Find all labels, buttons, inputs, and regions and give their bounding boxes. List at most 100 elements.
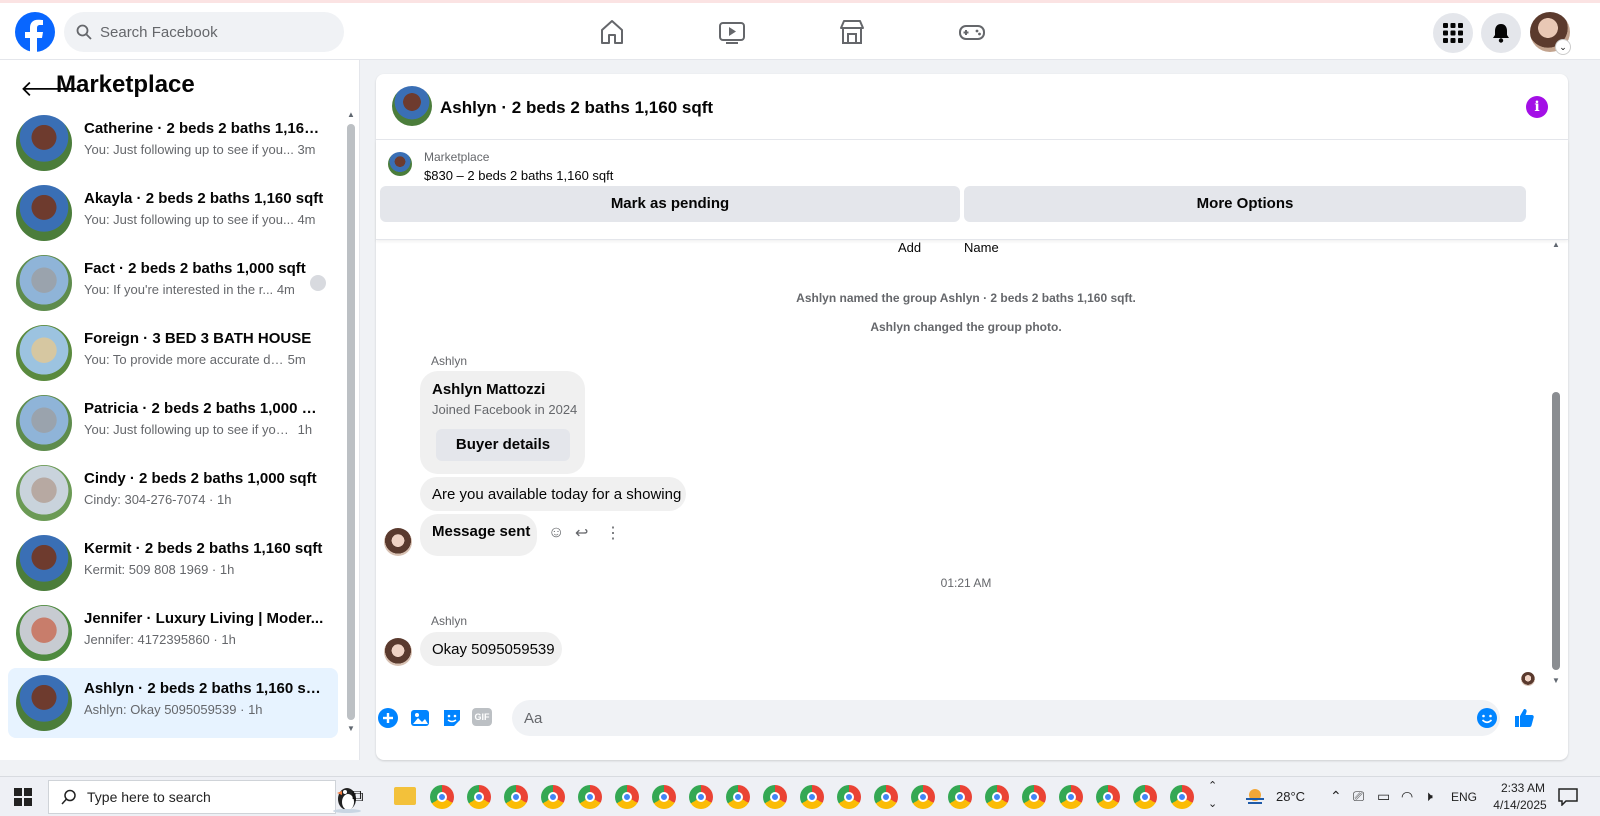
message-input[interactable] <box>512 700 1500 736</box>
chrome-icon[interactable] <box>837 785 861 809</box>
marketplace-icon[interactable] <box>837 17 867 47</box>
sidebar-scrollbar[interactable]: ▲ ▼ <box>347 110 355 750</box>
scrollbar-thumb[interactable] <box>347 124 355 720</box>
scroll-down-icon[interactable]: ▼ <box>1552 676 1560 685</box>
photo-icon[interactable] <box>408 706 432 730</box>
notification-center-icon[interactable] <box>1558 788 1578 806</box>
conversation-title: Jennifer · Luxury Living | Moder... <box>84 610 324 627</box>
task-view-icon[interactable]: ⧉ <box>352 788 363 806</box>
chrome-icon[interactable] <box>1022 785 1046 809</box>
chrome-icon[interactable] <box>430 785 454 809</box>
chat-title[interactable]: Ashlyn · 2 beds 2 baths 1,160 sqft <box>440 98 713 118</box>
chrome-icon[interactable] <box>467 785 491 809</box>
conversation-title: Akayla · 2 beds 2 baths 1,160 sqft <box>84 190 324 207</box>
chrome-icon[interactable] <box>1059 785 1083 809</box>
conversation-item[interactable]: Fact · 2 beds 2 baths 1,000 sqft You: If… <box>8 248 338 318</box>
conversation-item[interactable]: Jennifer · Luxury Living | Moder... Jenn… <box>8 598 338 668</box>
conversation-item[interactable]: Patricia · 2 beds 2 baths 1,000 sqft You… <box>8 388 338 458</box>
menu-button[interactable] <box>1433 13 1473 53</box>
taskbar-search[interactable] <box>48 780 361 814</box>
chrome-icon[interactable] <box>911 785 935 809</box>
conversation-item[interactable]: Cindy · 2 beds 2 baths 1,000 sqft Cindy:… <box>8 458 338 528</box>
message-bubble[interactable]: Okay 5095059539 <box>420 632 562 666</box>
clock-time[interactable]: 2:33 AM <box>1492 781 1554 795</box>
gif-icon[interactable]: GIF <box>472 708 492 726</box>
home-icon[interactable] <box>597 17 627 47</box>
chrome-icon[interactable] <box>763 785 787 809</box>
chrome-icon[interactable] <box>1096 785 1120 809</box>
facebook-logo[interactable] <box>15 12 55 52</box>
conversation-item-active[interactable]: Ashlyn · 2 beds 2 baths 1,160 sqft Ashly… <box>8 668 338 738</box>
conversation-item[interactable]: Akayla · 2 beds 2 baths 1,160 sqft You: … <box>8 178 338 248</box>
conversation-preview: You: Just following up to see if you... <box>84 212 294 227</box>
message-bubble[interactable]: Are you available today for a showing <box>420 477 686 511</box>
chrome-icon[interactable] <box>578 785 602 809</box>
chrome-icon[interactable] <box>948 785 972 809</box>
language-indicator[interactable]: ENG <box>1451 790 1477 804</box>
scroll-down-icon[interactable]: ▼ <box>347 724 355 733</box>
weather-icon[interactable] <box>1244 787 1266 807</box>
conversation-title: Cindy · 2 beds 2 baths 1,000 sqft <box>84 470 317 487</box>
overflow-up-icon[interactable]: ⌃ <box>1208 779 1217 792</box>
thumbs-up-icon[interactable] <box>1512 706 1536 730</box>
reply-icon[interactable]: ↩ <box>575 523 588 543</box>
more-options-button[interactable]: More Options <box>964 186 1526 222</box>
plus-circle-icon[interactable] <box>376 706 400 730</box>
conversation-title: Ashlyn · 2 beds 2 baths 1,160 sqft <box>84 680 324 697</box>
info-icon[interactable]: i <box>1526 96 1548 118</box>
chrome-icon[interactable] <box>504 785 528 809</box>
file-explorer-icon[interactable] <box>394 787 416 805</box>
windows-start-icon[interactable] <box>14 788 32 806</box>
listing-price[interactable]: $830 – 2 beds 2 baths 1,160 sqft <box>424 168 613 183</box>
search-input[interactable] <box>100 12 330 52</box>
conversation-title: Kermit · 2 beds 2 baths 1,160 sqft <box>84 540 323 557</box>
conversation-item[interactable]: Foreign · 3 BED 3 BATH HOUSE You: To pro… <box>8 318 338 388</box>
sticker-icon[interactable] <box>440 706 464 730</box>
buyer-details-button[interactable]: Buyer details <box>436 429 570 461</box>
sender-avatar[interactable] <box>384 638 412 666</box>
gaming-icon[interactable] <box>957 17 987 47</box>
chevron-down-icon[interactable]: ⌄ <box>1555 39 1571 55</box>
chrome-icon[interactable] <box>652 785 676 809</box>
temperature[interactable]: 28°C <box>1276 789 1305 804</box>
show-hidden-icons[interactable]: ⌃ <box>1330 788 1342 805</box>
chrome-icon[interactable] <box>615 785 639 809</box>
scroll-up-icon[interactable]: ▲ <box>1552 240 1560 249</box>
chrome-icon[interactable] <box>726 785 750 809</box>
conversation-preview-line: You: Just following up to see if you'...… <box>84 422 324 437</box>
conversation-item[interactable]: Catherine · 2 beds 2 baths 1,160 ... You… <box>8 108 338 178</box>
emoji-icon[interactable] <box>1476 707 1498 729</box>
message-bubble[interactable]: Message sent <box>420 514 537 556</box>
chrome-icon[interactable] <box>800 785 824 809</box>
message-timestamp: 01:21 AM <box>940 576 992 590</box>
listing-thumbnail[interactable] <box>388 152 412 176</box>
wifi-icon[interactable]: ◠ <box>1401 788 1413 805</box>
chrome-icon[interactable] <box>985 785 1009 809</box>
clock-date[interactable]: 4/14/2025 <box>1486 798 1554 812</box>
conversation-time: 1h <box>297 422 313 437</box>
meet-icon[interactable]: ⎚ <box>1353 788 1364 805</box>
listing-thumbnail <box>16 325 72 381</box>
chrome-icon[interactable] <box>1170 785 1194 809</box>
battery-icon[interactable]: ▭ <box>1377 788 1390 805</box>
overflow-down-icon[interactable]: ⌄ <box>1208 797 1217 810</box>
chrome-icon[interactable] <box>874 785 898 809</box>
mark-pending-button[interactable]: Mark as pending <box>380 186 960 222</box>
chrome-icon-active[interactable] <box>689 785 713 809</box>
sender-avatar[interactable] <box>384 528 412 556</box>
scroll-up-icon[interactable]: ▲ <box>347 110 355 119</box>
more-icon[interactable]: ⋮ <box>605 523 621 543</box>
chrome-icon[interactable] <box>1133 785 1157 809</box>
listing-thumbnail <box>16 395 72 451</box>
scrollbar-thumb[interactable] <box>1552 392 1560 670</box>
taskbar-search-input[interactable] <box>87 781 267 813</box>
chrome-icon[interactable] <box>541 785 565 809</box>
conversation-item[interactable]: Kermit · 2 beds 2 baths 1,160 sqft Kermi… <box>8 528 338 598</box>
notifications-button[interactable] <box>1481 13 1521 53</box>
search-bar[interactable] <box>64 12 344 52</box>
react-emoji-icon[interactable]: ☺ <box>548 524 564 542</box>
group-avatar[interactable] <box>392 86 432 126</box>
watch-icon[interactable] <box>717 17 747 47</box>
chat-scrollbar[interactable]: ▲ ▼ <box>1552 240 1560 690</box>
volume-icon[interactable]: 🕨 <box>1424 788 1433 805</box>
